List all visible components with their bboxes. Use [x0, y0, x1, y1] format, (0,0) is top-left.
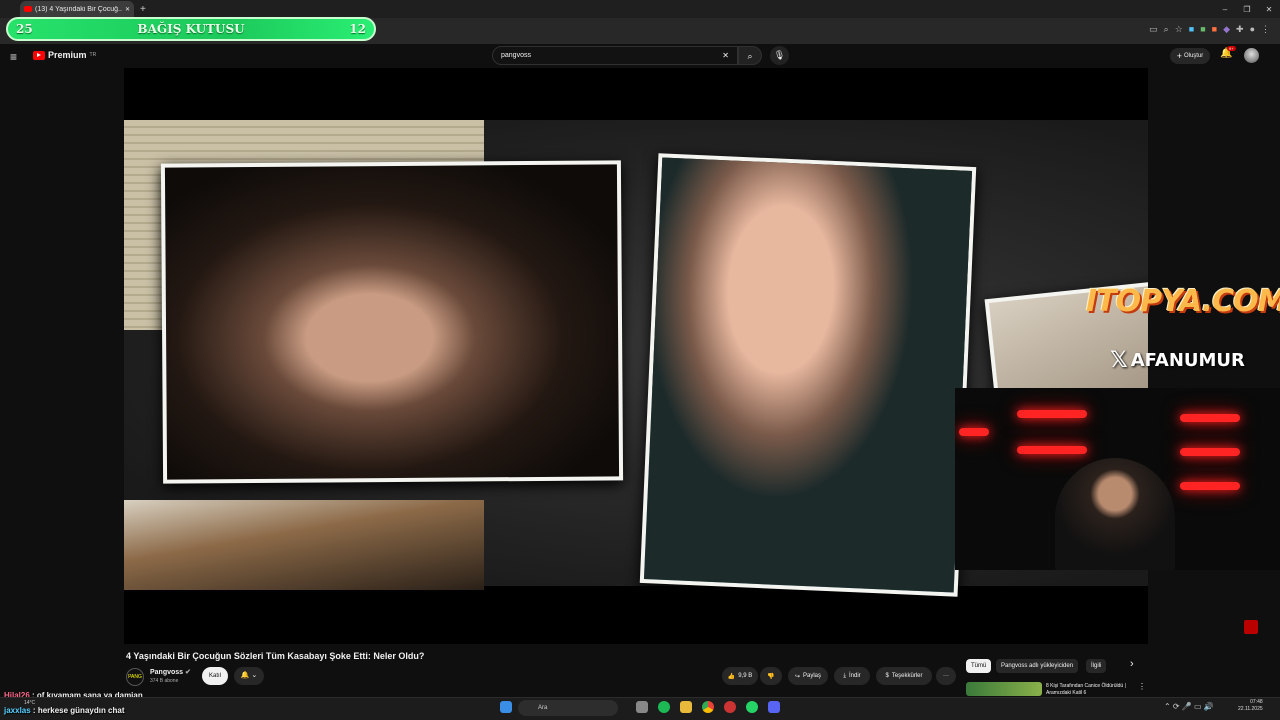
recommended-title[interactable]: 8 Kişi Tarafından Canice Öldürüldü | Ara… — [1046, 683, 1136, 697]
taskbar-search-input[interactable]: Ara — [518, 700, 618, 716]
x-handle-overlay: 𝕏 AFANUMUR — [1110, 348, 1245, 373]
red-led-light — [1017, 446, 1087, 454]
new-tab-button[interactable]: + — [140, 4, 146, 15]
extension-icons: ▭ ⌕ ☆ ■ ■ ■ ◆ ✚ ● ⋮ — [1149, 24, 1270, 35]
recommended-thumbnail[interactable] — [966, 682, 1042, 696]
channel-watermark-icon — [1244, 620, 1258, 634]
avatar[interactable] — [1244, 48, 1259, 63]
rec-menu-icon[interactable]: ⋮ — [1138, 682, 1146, 691]
search-button[interactable]: ⌕ — [738, 46, 762, 65]
cast-icon[interactable]: ▭ — [1149, 24, 1158, 35]
channel-avatar[interactable]: PANG — [126, 668, 144, 686]
extension-icon[interactable]: ◆ — [1223, 24, 1230, 35]
red-led-light — [1180, 414, 1240, 422]
chip-all[interactable]: Tümü — [966, 659, 992, 673]
donation-title: BAĞIŞ KUTUSU — [137, 22, 245, 36]
create-label: Oluştur — [1183, 53, 1204, 59]
chat-username: jaxxlas — [4, 706, 31, 715]
share-button[interactable]: ↪ Paylaş — [788, 667, 828, 685]
red-led-light — [959, 428, 989, 436]
notification-badge: 9+ — [1227, 46, 1236, 51]
youtube-play-icon — [33, 50, 45, 60]
chat-text: : herkese günaydın chat — [30, 706, 125, 715]
minimize-button[interactable]: – — [1214, 5, 1236, 14]
discord-icon[interactable] — [768, 701, 780, 713]
logo-country: TR — [89, 52, 97, 58]
more-actions-button[interactable]: ··· — [936, 667, 956, 685]
logo-text: Premium — [48, 50, 87, 60]
menu-dots-icon[interactable]: ⋮ — [1261, 24, 1270, 35]
zoom-icon[interactable]: ⌕ — [1164, 24, 1169, 35]
download-icon: ⤓ — [843, 672, 846, 679]
youtube-premium-logo[interactable]: Premium TR — [33, 50, 96, 60]
x-logo-icon: 𝕏 — [1110, 348, 1128, 373]
plus-icon: + — [1176, 51, 1182, 61]
download-button[interactable]: ⤓ İndir — [834, 667, 870, 685]
youtube-favicon-icon — [24, 6, 32, 12]
close-window-button[interactable]: ✕ — [1258, 5, 1280, 14]
donation-right-value: 12 — [349, 22, 366, 36]
dislike-button[interactable]: 👎 — [760, 667, 782, 685]
voice-search-icon[interactable]: 🎙 — [770, 46, 789, 65]
subscriber-count: 374 B abone — [150, 678, 179, 684]
thanks-icon: $ — [885, 673, 889, 679]
tab-title: (13) 4 Yaşındaki Bir Çocuğ... — [35, 5, 122, 13]
puzzle-icon[interactable]: ✚ — [1236, 24, 1244, 35]
clear-search-icon[interactable]: ✕ — [722, 51, 729, 60]
bookmark-star-icon[interactable]: ☆ — [1175, 24, 1183, 35]
red-led-light — [1017, 410, 1087, 418]
taskbar-clock[interactable]: 07:48 22.11.2025 — [1238, 699, 1263, 713]
task-view-icon[interactable] — [636, 701, 648, 713]
young-man-photo — [160, 160, 624, 484]
donation-box-overlay: 25 BAĞIŞ KUTUSU 12 — [6, 17, 376, 41]
profile-icon[interactable]: ● — [1250, 24, 1255, 35]
subscription-bell-button[interactable]: 🔔 ⌄ — [234, 667, 264, 685]
webcam-overlay — [955, 388, 1280, 570]
maximize-button[interactable]: ❐ — [1236, 5, 1258, 14]
red-led-light — [1180, 482, 1240, 490]
spotify-icon[interactable] — [658, 701, 670, 713]
chip-from-uploader[interactable]: Pangvoss adlı yükleyiciden — [996, 659, 1079, 673]
red-led-light — [1180, 448, 1240, 456]
channel-name[interactable]: Pangvoss ✔ — [150, 668, 191, 676]
notifications-bell-icon[interactable]: 🔔 9+ — [1220, 46, 1236, 59]
share-icon: ↪ — [794, 673, 800, 680]
create-button[interactable]: + Oluştur — [1170, 48, 1210, 64]
thumbs-up-icon: 👍 — [727, 673, 736, 680]
thumbs-down-icon: 👎 — [767, 673, 775, 680]
app-icon[interactable] — [724, 701, 736, 713]
windows-start-icon[interactable] — [500, 701, 512, 713]
hamburger-menu-icon[interactable]: ≡ — [10, 50, 17, 64]
extension-icon[interactable]: ■ — [1200, 24, 1205, 35]
sponsor-logo: ITOPYA.COM — [1086, 284, 1280, 319]
system-tray-icons[interactable]: ⌃ ⟳ 🎤 ▭ 🔊 — [1164, 702, 1214, 711]
extension-icon[interactable]: ■ — [1212, 24, 1217, 35]
chips-next-icon[interactable]: › — [1130, 658, 1134, 670]
join-button[interactable]: Katıl — [202, 667, 228, 685]
verified-icon: ✔ — [185, 669, 191, 676]
extension-icon[interactable]: ■ — [1189, 24, 1194, 35]
x-handle-text: AFANUMUR — [1130, 350, 1245, 371]
browser-tab-strip: (13) 4 Yaşındaki Bir Çocuğ... ✕ + – ❐ ✕ — [0, 0, 1280, 18]
rifle-image — [124, 500, 484, 590]
chrome-icon[interactable] — [702, 701, 714, 713]
chip-related[interactable]: İlgili — [1086, 659, 1107, 673]
tab-active-video[interactable]: (13) 4 Yaşındaki Bir Çocuğ... ✕ — [20, 1, 134, 17]
chat-message: jaxxlas : herkese günaydın chat — [4, 706, 125, 715]
search-value: pangvoss — [501, 52, 531, 59]
child-photo — [639, 153, 977, 597]
donation-left-value: 25 — [16, 22, 33, 36]
close-tab-icon[interactable]: ✕ — [125, 6, 130, 13]
file-explorer-icon[interactable] — [680, 701, 692, 713]
like-button[interactable]: 👍 9,9 B — [722, 667, 758, 685]
thanks-button[interactable]: $ Teşekkürler — [876, 667, 932, 685]
video-title: 4 Yaşındaki Bir Çocuğun Sözleri Tüm Kasa… — [126, 651, 425, 661]
whatsapp-icon[interactable] — [746, 701, 758, 713]
streamer-figure — [1055, 458, 1175, 570]
search-input[interactable]: pangvoss ✕ — [492, 46, 738, 65]
